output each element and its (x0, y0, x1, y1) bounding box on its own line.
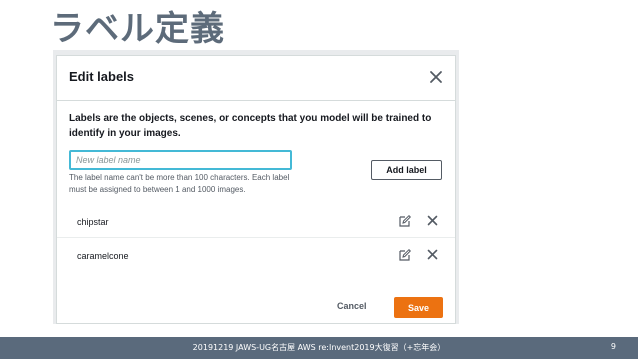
slide-title: ラベル定義 (50, 9, 225, 49)
modal-footer: Cancel Save (57, 292, 455, 322)
new-label-input[interactable] (69, 150, 292, 170)
add-label-button[interactable]: Add label (371, 160, 442, 180)
slide-footer-bar: 20191219 JAWS-UG名古屋 AWS re:Invent2019大復習… (0, 337, 638, 359)
edit-labels-modal: Edit labels Labels are the objects, scen… (56, 55, 456, 324)
modal-header: Edit labels (57, 56, 455, 101)
delete-icon[interactable] (426, 214, 439, 227)
modal-description: Labels are the objects, scenes, or conce… (69, 113, 432, 139)
slide-footer-text: 20191219 JAWS-UG名古屋 AWS re:Invent2019大復習… (192, 343, 446, 352)
modal-title: Edit labels (69, 69, 135, 84)
edit-icon[interactable] (399, 249, 411, 261)
delete-icon[interactable] (426, 248, 439, 261)
save-button[interactable]: Save (394, 297, 443, 318)
label-name: chipstar (77, 217, 109, 227)
cancel-button[interactable]: Cancel (337, 301, 367, 311)
label-name: caramelcone (77, 251, 129, 261)
page-number: 9 (610, 342, 616, 351)
edit-icon[interactable] (399, 215, 411, 227)
close-icon[interactable] (427, 68, 445, 86)
label-row: chipstar (57, 207, 455, 238)
label-row: caramelcone (57, 241, 455, 271)
label-hint: The label name can't be more than 100 ch… (69, 173, 290, 194)
